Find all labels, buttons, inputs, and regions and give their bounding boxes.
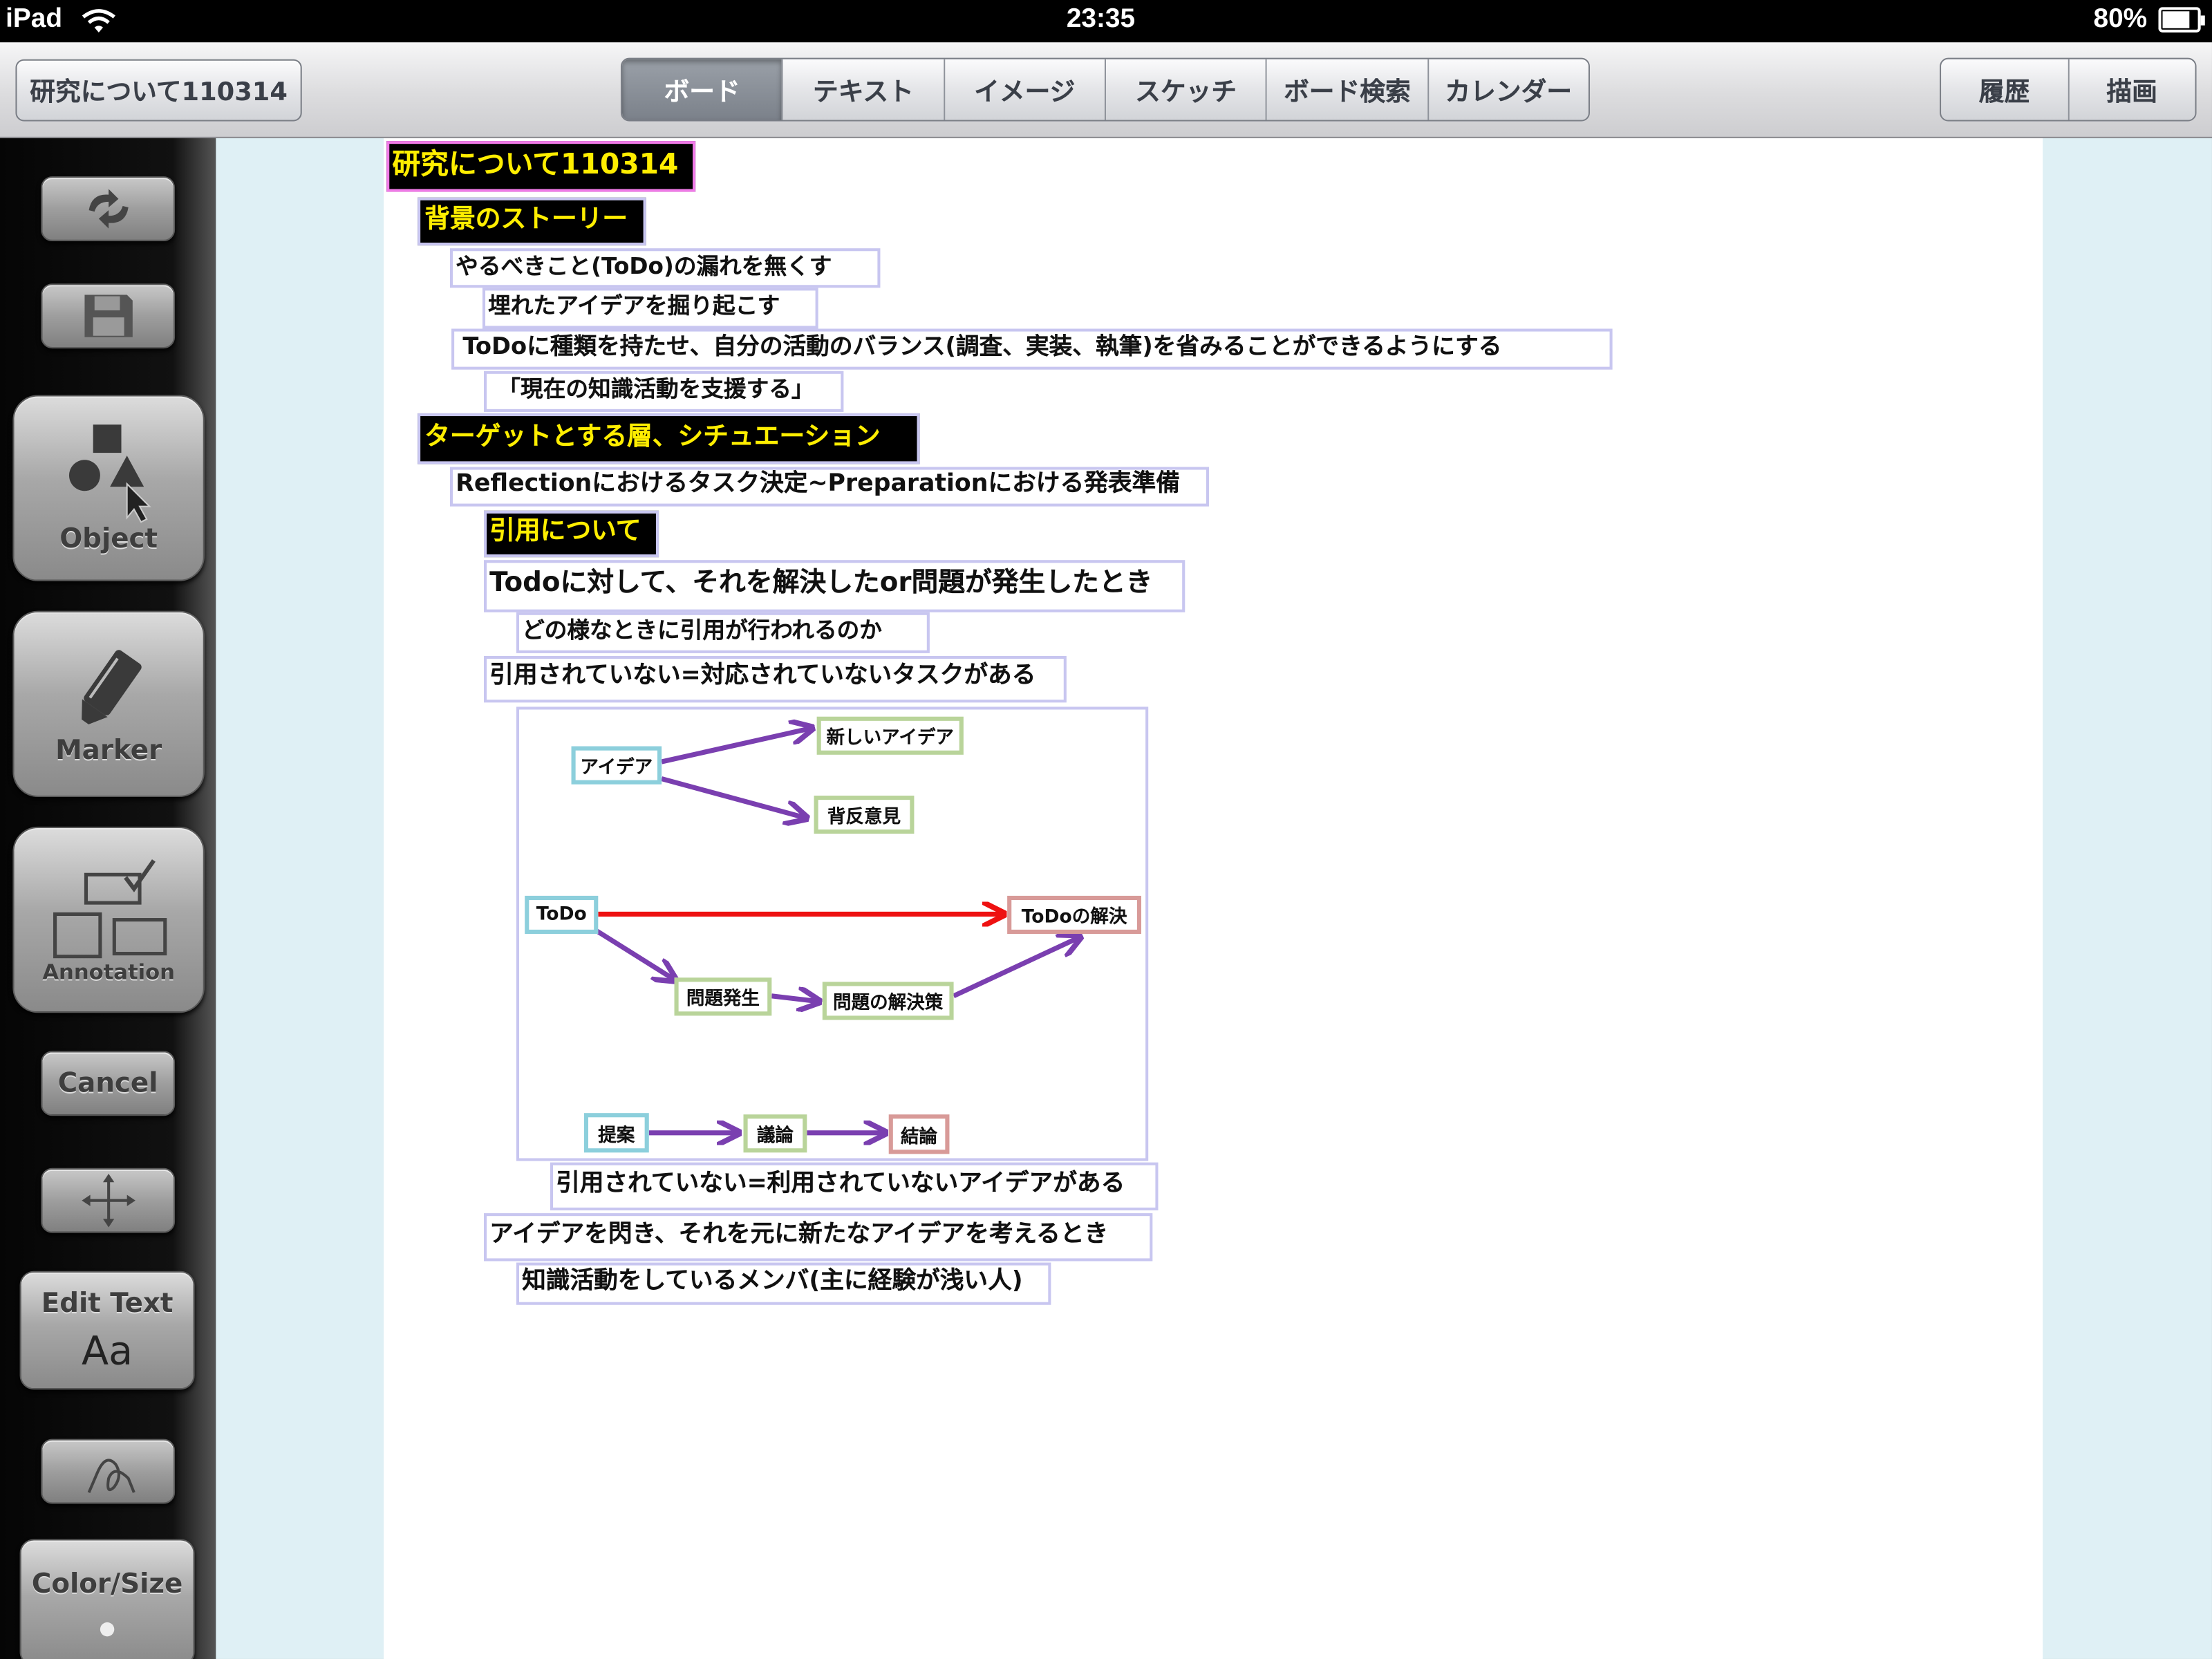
diagram-box-todo-resolution[interactable]: ToDoの解決 xyxy=(1007,895,1142,935)
text-node[interactable]: 知識活動をしているメンバ(主に経験が浅い人) xyxy=(516,1262,1051,1305)
diagram-arrows xyxy=(591,0,2212,1659)
text-node[interactable]: アイデアを閃き、それを元に新たなアイデアを考えるとき xyxy=(483,1213,1153,1262)
arrow-todo-to-problem xyxy=(591,926,675,981)
diagram-box-problem[interactable]: 問題発生 xyxy=(674,977,772,1016)
diagram-box-todo[interactable]: ToDo xyxy=(525,895,599,935)
diagram-box-conclusion[interactable]: 結論 xyxy=(888,1114,950,1154)
arrow-solution-to-resolution xyxy=(953,937,1081,999)
diagram-box-solution[interactable]: 問題の解決策 xyxy=(822,982,954,1020)
diagram-box-counter-opinion[interactable]: 背反意見 xyxy=(814,796,915,834)
diagram-box-discussion[interactable]: 議論 xyxy=(743,1114,807,1153)
diagram-box-proposal[interactable]: 提案 xyxy=(583,1113,649,1153)
diagram-box-new-idea[interactable]: 新しいアイデア xyxy=(816,716,964,755)
text-node[interactable]: 引用されていない=利用されていないアイデアがある xyxy=(550,1162,1159,1211)
arrow-idea-to-counter-opinion xyxy=(661,776,807,818)
diagram-box-idea[interactable]: アイデア xyxy=(571,746,662,785)
arrow-idea-to-new-idea xyxy=(661,728,812,765)
arrow-problem-to-solution xyxy=(771,996,819,1002)
